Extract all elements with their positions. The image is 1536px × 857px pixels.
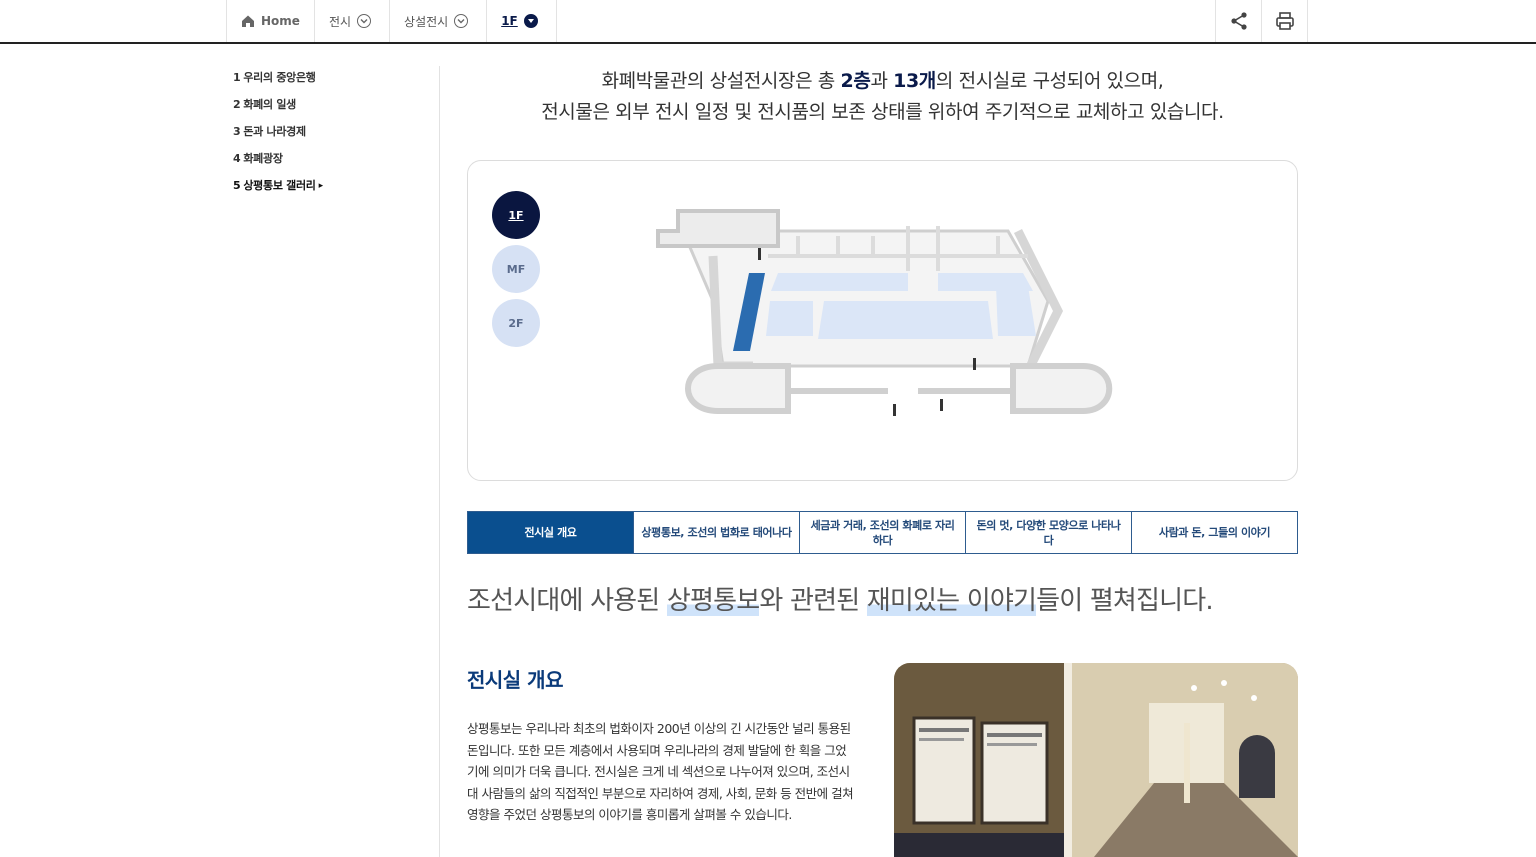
leftnav-item-label: 상평통보 갤러리 xyxy=(243,179,316,192)
intro-line-2: 전시물은 외부 전시 일정 및 전시품의 보존 상태를 위하여 주기적으로 교체… xyxy=(541,101,1224,123)
leftnav-item-1[interactable]: 1 우리의 중앙은행 xyxy=(233,70,413,97)
leftnav-item-5[interactable]: 5 상평통보 갤러리 ▸ xyxy=(233,178,413,205)
leftnav-item-num: 5 xyxy=(233,179,241,192)
chevron-down-icon xyxy=(357,14,372,28)
share-button[interactable] xyxy=(1216,0,1262,42)
tab-shapes[interactable]: 돈의 멋, 다양한 모양으로 나타나다 xyxy=(966,512,1132,553)
leftnav-item-num: 3 xyxy=(233,125,241,138)
breadcrumb-exhibition-label: 전시 xyxy=(328,14,352,29)
floor-map: 1F MF 2F xyxy=(467,160,1298,481)
breadcrumb-exhibition[interactable]: 전시 xyxy=(315,0,391,42)
headline-part: 조선시대에 사용된 xyxy=(467,586,667,616)
leftnav-item-num: 2 xyxy=(233,98,241,111)
tab-people[interactable]: 사람과 돈, 그들의 이야기 xyxy=(1132,512,1297,553)
room-count: 13개 xyxy=(893,70,936,92)
breadcrumb-permanent-label: 상설전시 xyxy=(404,14,449,29)
home-icon xyxy=(242,15,254,27)
leftnav-item-label: 화폐의 일생 xyxy=(243,98,296,111)
caret-down-icon xyxy=(523,14,538,28)
headline-highlight: 재미있는 이야기 xyxy=(866,586,1037,616)
leftnav-item-2[interactable]: 2 화폐의 일생 xyxy=(233,97,413,124)
breadcrumb-home-label: Home xyxy=(261,14,300,28)
breadcrumb-permanent[interactable]: 상설전시 xyxy=(390,0,488,42)
leftnav-item-4[interactable]: 4 화폐광장 xyxy=(233,151,413,178)
headline-part: 와 관련된 xyxy=(759,586,867,616)
intro-text-part: 의 전시실로 구성되어 있으며, xyxy=(935,70,1164,92)
leftnav-item-label: 우리의 중앙은행 xyxy=(243,71,316,84)
left-nav: 1 우리의 중앙은행 2 화폐의 일생 3 돈과 나라경제 4 화폐광장 5 상… xyxy=(233,70,413,205)
breadcrumb-home[interactable]: Home xyxy=(227,0,315,42)
tab-birth[interactable]: 상평통보, 조선의 법화로 태어나다 xyxy=(634,512,800,553)
leftnav-item-3[interactable]: 3 돈과 나라경제 xyxy=(233,124,413,151)
headline-highlight: 상평통보 xyxy=(666,586,760,616)
gallery-headline: 조선시대에 사용된 상평통보와 관련된 재미있는 이야기들이 펼쳐집니다. xyxy=(467,580,1298,617)
breadcrumb-current-floor[interactable]: 1F xyxy=(487,0,557,42)
divider xyxy=(439,66,440,857)
intro-text-part: 과 xyxy=(870,70,894,92)
leftnav-item-label: 화폐광장 xyxy=(243,152,283,165)
intro-line-1: 화폐박물관의 상설전시장은 총 2층과 13개의 전시실로 구성되어 있으며, xyxy=(467,66,1298,97)
print-button[interactable] xyxy=(1262,0,1308,42)
arrow-right-icon: ▸ xyxy=(318,181,324,191)
gallery-photo xyxy=(894,663,1298,857)
breadcrumb: Home 전시 상설전시 1F xyxy=(226,0,557,42)
leftnav-item-num: 1 xyxy=(233,71,241,84)
share-icon xyxy=(1230,12,1247,30)
page-tools xyxy=(1215,0,1308,42)
section-title: 전시실 개요 xyxy=(467,668,563,692)
intro-text-part: 화폐박물관의 상설전시장은 총 xyxy=(601,70,841,92)
top-bar: Home 전시 상설전시 1F xyxy=(0,0,1536,44)
section-body: 상평통보는 우리나라 최초의 법화이자 200년 이상의 긴 시간동안 널리 통… xyxy=(467,721,854,823)
tab-overview[interactable]: 전시실 개요 xyxy=(468,512,634,553)
breadcrumb-current-label: 1F xyxy=(501,14,518,28)
floor-count: 2층 xyxy=(840,70,871,92)
leftnav-item-num: 4 xyxy=(233,152,241,165)
headline-part: 들이 펼쳐집니다. xyxy=(1036,586,1214,616)
intro-text: 화폐박물관의 상설전시장은 총 2층과 13개의 전시실로 구성되어 있으며, … xyxy=(467,66,1298,128)
leftnav-item-label: 돈과 나라경제 xyxy=(243,125,306,138)
print-icon xyxy=(1275,12,1294,30)
gallery-tabs: 전시실 개요 상평통보, 조선의 법화로 태어나다 세금과 거래, 조선의 화폐… xyxy=(467,511,1298,554)
floor-plan-image xyxy=(656,209,1113,416)
chevron-down-icon xyxy=(454,14,469,28)
tab-tax-trade[interactable]: 세금과 거래, 조선의 화폐로 자리하다 xyxy=(800,512,966,553)
